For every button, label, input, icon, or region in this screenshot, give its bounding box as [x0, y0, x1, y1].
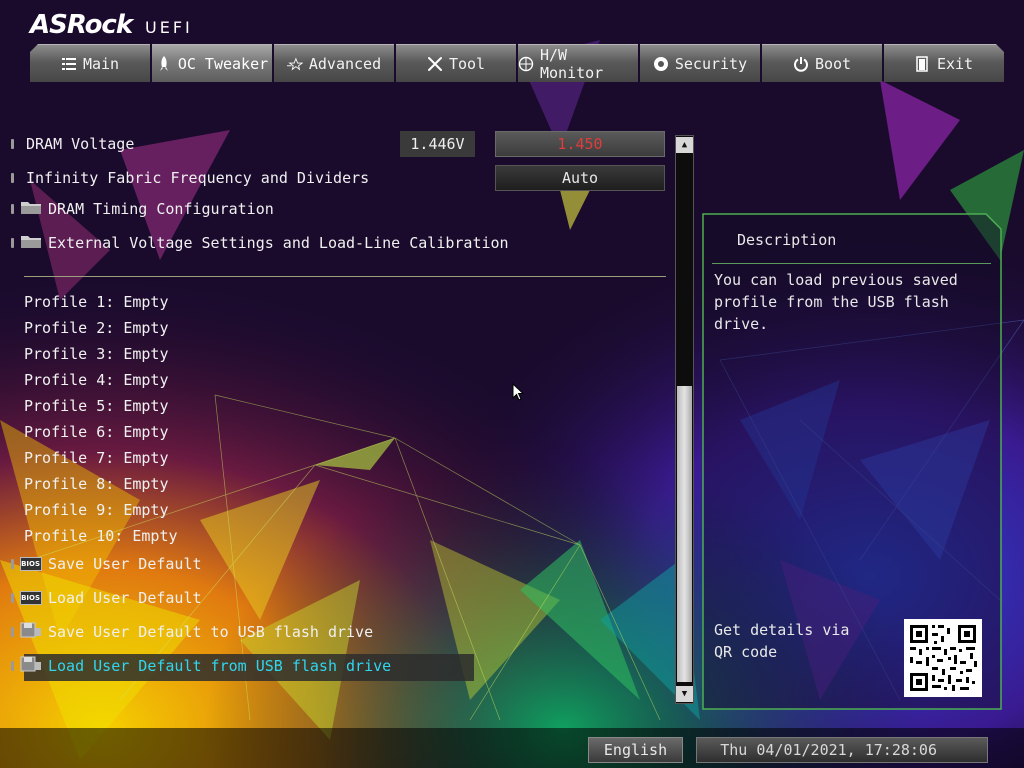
action-label: Save User Default [48, 555, 202, 573]
tab-exit[interactable]: Exit [884, 44, 1004, 82]
tab-oc-tweaker[interactable]: OC Tweaker [152, 44, 272, 82]
bios-chip-icon: BIOS [20, 591, 42, 605]
action-label: Load User Default [48, 589, 202, 607]
row-marker [11, 661, 14, 671]
row-marker [11, 627, 14, 637]
dram-voltage-current: 1.446V [400, 131, 475, 157]
profile-item[interactable]: Profile 3: Empty [24, 345, 169, 363]
tab-hw-monitor[interactable]: H/W Monitor [518, 44, 638, 82]
tab-boot[interactable]: Boot [762, 44, 882, 82]
tab-main[interactable]: Main [30, 44, 150, 82]
dram-voltage-input[interactable]: 1.450 [495, 131, 665, 157]
submenu-dram-timing[interactable]: DRAM Timing Configuration [0, 197, 274, 221]
tab-label: Exit [936, 54, 974, 73]
tab-label: Advanced [308, 54, 382, 73]
scroll-down-button[interactable]: ▼ [676, 686, 693, 702]
floppy-disk-icon [20, 622, 42, 642]
tab-label: Security [674, 54, 748, 73]
setting-infinity-fabric[interactable]: Infinity Fabric Frequency and Dividers [0, 166, 369, 190]
row-marker [11, 139, 14, 149]
setting-dram-voltage[interactable]: DRAM Voltage [0, 132, 134, 156]
shield-icon [653, 56, 669, 72]
tab-advanced[interactable]: Advanced [274, 44, 394, 82]
submenu-label: External Voltage Settings and Load-Line … [48, 234, 509, 252]
submenu-label: DRAM Timing Configuration [48, 200, 274, 218]
description-text: You can load previous saved profile from… [714, 271, 958, 333]
monitor-icon [518, 56, 534, 72]
main-tabs: Main OC Tweaker Advanced Tool H/W Monito… [30, 44, 1004, 84]
save-user-default-item[interactable]: BIOS Save User Default [0, 552, 202, 576]
tab-label: Main [82, 54, 120, 73]
section-divider [24, 276, 666, 277]
profile-item[interactable]: Profile 10: Empty [24, 527, 178, 545]
qr-code-icon [904, 619, 982, 697]
setting-label: Infinity Fabric Frequency and Dividers [26, 169, 370, 187]
star-icon [286, 56, 303, 72]
profile-item[interactable]: Profile 9: Empty [24, 501, 169, 519]
product-label: UEFI [145, 18, 193, 37]
tab-label: OC Tweaker [177, 54, 269, 73]
power-icon [793, 56, 809, 72]
action-label: Load User Default from USB flash drive [48, 657, 392, 675]
list-icon [61, 56, 77, 72]
tab-security[interactable]: Security [640, 44, 760, 82]
profile-item[interactable]: Profile 8: Empty [24, 475, 169, 493]
profile-item[interactable]: Profile 5: Empty [24, 397, 169, 415]
brand-logo: ASRock [30, 10, 133, 40]
profile-item[interactable]: Profile 7: Empty [24, 449, 169, 467]
language-button[interactable]: English [588, 737, 683, 763]
rocket-icon [156, 55, 172, 72]
tab-label: Tool [448, 54, 486, 73]
profile-item[interactable]: Profile 6: Empty [24, 423, 169, 441]
tab-label: H/W Monitor [540, 45, 604, 82]
profile-item[interactable]: Profile 4: Empty [24, 371, 169, 389]
infinity-fabric-select[interactable]: Auto [495, 165, 665, 191]
action-label: Save User Default to USB flash drive [48, 623, 374, 641]
folder-icon [20, 199, 42, 219]
date-time-display: Thu 04/01/2021, 17:28:06 [696, 737, 988, 763]
row-marker [11, 593, 14, 603]
scroll-up-button[interactable]: ▲ [676, 137, 693, 153]
mouse-cursor-icon [512, 383, 524, 401]
load-from-usb-item[interactable]: Load User Default from USB flash drive [0, 654, 391, 678]
setting-label: DRAM Voltage [26, 135, 135, 153]
bios-chip-icon: BIOS [20, 557, 42, 571]
qr-caption: Get details via QR code [714, 621, 850, 661]
folder-icon [20, 233, 42, 253]
floppy-disk-icon [20, 656, 42, 676]
description-title: Description [737, 231, 837, 249]
scrollbar-thumb[interactable] [677, 386, 692, 682]
load-user-default-item[interactable]: BIOS Load User Default [0, 586, 202, 610]
profile-item[interactable]: Profile 1: Empty [24, 293, 169, 311]
submenu-external-voltage[interactable]: External Voltage Settings and Load-Line … [0, 231, 509, 255]
tab-tool[interactable]: Tool [396, 44, 516, 82]
exit-icon [915, 56, 931, 72]
row-marker [11, 559, 14, 569]
description-divider [712, 263, 991, 264]
tab-label: Boot [814, 54, 852, 73]
tools-icon [427, 56, 443, 72]
save-to-usb-item[interactable]: Save User Default to USB flash drive [0, 620, 373, 644]
profile-item[interactable]: Profile 2: Empty [24, 319, 169, 337]
row-marker [11, 204, 14, 214]
row-marker [11, 238, 14, 248]
row-marker [11, 173, 14, 183]
